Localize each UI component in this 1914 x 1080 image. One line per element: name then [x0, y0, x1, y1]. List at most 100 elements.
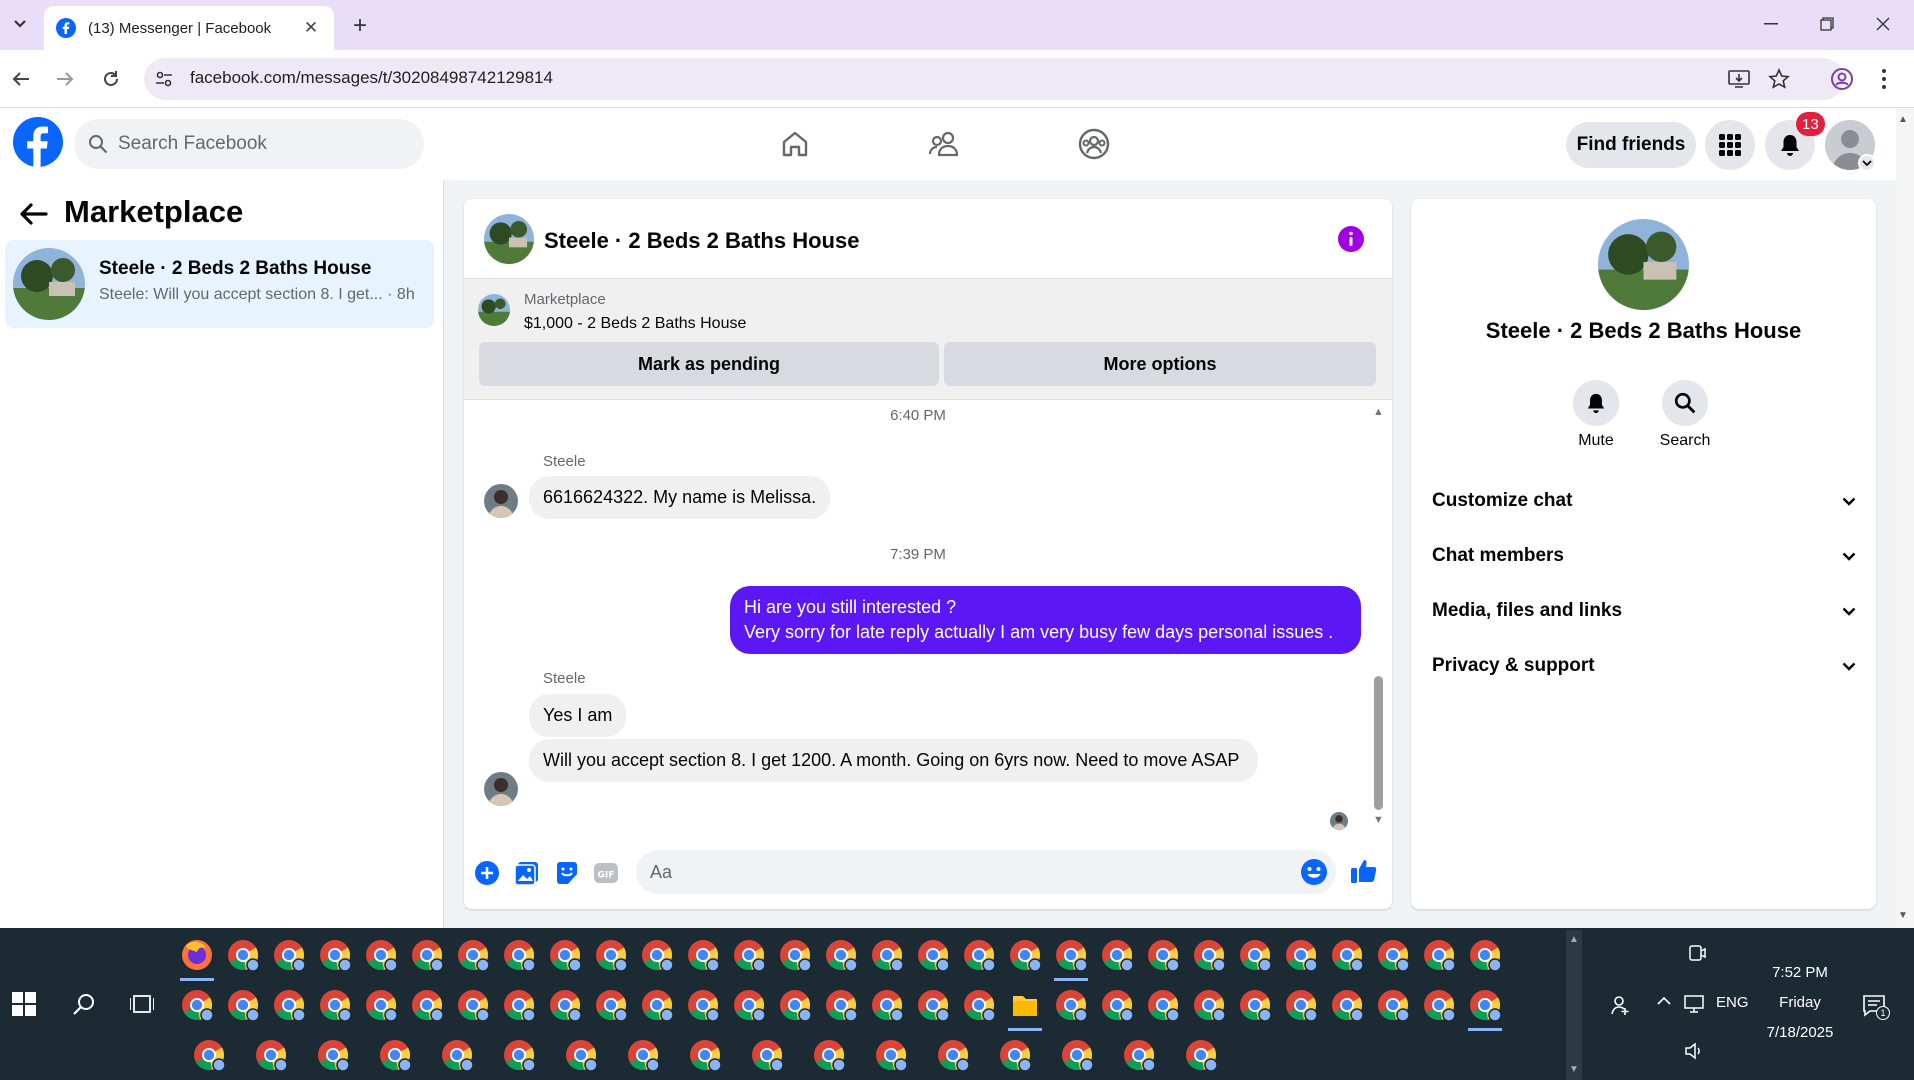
chrome-taskbar-icon[interactable]: [595, 989, 628, 1022]
chrome-taskbar-icon[interactable]: [917, 939, 950, 972]
chrome-taskbar-icon[interactable]: [1331, 939, 1364, 972]
mark-as-pending-button[interactable]: Mark as pending: [479, 342, 939, 386]
scroll-up-arrow[interactable]: ▲: [1898, 114, 1908, 125]
chrome-taskbar-icon[interactable]: [999, 1039, 1032, 1072]
chrome-taskbar-icon[interactable]: [1101, 989, 1134, 1022]
facebook-logo-icon[interactable]: [13, 117, 63, 167]
chrome-taskbar-icon[interactable]: [687, 939, 720, 972]
chrome-taskbar-icon[interactable]: [875, 1039, 908, 1072]
like-button[interactable]: [1349, 856, 1379, 886]
chrome-taskbar-icon[interactable]: [779, 939, 812, 972]
chrome-taskbar-icon[interactable]: [963, 939, 996, 972]
chrome-taskbar-icon[interactable]: [181, 989, 214, 1022]
more-actions-button[interactable]: [474, 860, 500, 886]
chrome-taskbar-icon[interactable]: [733, 989, 766, 1022]
taskbar-scroll-up[interactable]: ▲: [1569, 934, 1579, 945]
chrome-taskbar-icon[interactable]: [687, 989, 720, 1022]
chrome-taskbar-icon[interactable]: [1055, 939, 1088, 972]
people-icon[interactable]: [1610, 994, 1632, 1016]
chat-title[interactable]: Steele · 2 Beds 2 Baths House: [544, 228, 859, 254]
home-nav-button[interactable]: [773, 122, 817, 166]
chrome-taskbar-icon[interactable]: [365, 939, 398, 972]
site-info-icon[interactable]: [154, 69, 174, 89]
sticker-button[interactable]: [554, 860, 580, 886]
chrome-taskbar-icon[interactable]: [1101, 939, 1134, 972]
taskbar-scroll-down[interactable]: ▼: [1569, 1064, 1579, 1075]
chrome-taskbar-icon[interactable]: [227, 939, 260, 972]
sender-avatar[interactable]: [484, 772, 518, 806]
chrome-taskbar-icon[interactable]: [1239, 939, 1272, 972]
tab-search-button[interactable]: [6, 10, 34, 38]
media-files-links-section[interactable]: Media, files and links: [1432, 589, 1856, 633]
bookmark-star-icon[interactable]: [1768, 68, 1790, 90]
tab-close-icon[interactable]: ✕: [300, 17, 322, 39]
clock-day[interactable]: Friday: [1740, 994, 1860, 1011]
chrome-taskbar-icon[interactable]: [441, 1039, 474, 1072]
sender-avatar[interactable]: [484, 484, 518, 518]
chrome-taskbar-icon[interactable]: [379, 1039, 412, 1072]
chrome-taskbar-icon[interactable]: [411, 939, 444, 972]
emoji-button[interactable]: [1300, 858, 1328, 886]
chrome-taskbar-icon[interactable]: [871, 989, 904, 1022]
chrome-taskbar-icon[interactable]: [751, 1039, 784, 1072]
chrome-taskbar-icon[interactable]: [595, 939, 628, 972]
close-window-button[interactable]: [1860, 8, 1906, 40]
chrome-taskbar-icon[interactable]: [317, 1039, 350, 1072]
account-chevron[interactable]: [1858, 154, 1876, 172]
chrome-taskbar-icon[interactable]: [813, 1039, 846, 1072]
chat-members-section[interactable]: Chat members: [1432, 534, 1856, 578]
chrome-taskbar-icon[interactable]: [1009, 939, 1042, 972]
chat-scroll-down[interactable]: ▼: [1373, 814, 1384, 826]
chrome-taskbar-icon[interactable]: [411, 989, 444, 1022]
chrome-taskbar-icon[interactable]: [1055, 989, 1088, 1022]
search-input[interactable]: Search Facebook: [74, 119, 424, 169]
chrome-taskbar-icon[interactable]: [627, 1039, 660, 1072]
outgoing-message[interactable]: Hi are you still interested ? Very sorry…: [730, 586, 1361, 654]
chrome-taskbar-icon[interactable]: [1193, 989, 1226, 1022]
incoming-message[interactable]: Yes I am: [529, 694, 627, 737]
network-icon[interactable]: [1684, 994, 1706, 1014]
info-icon[interactable]: [1338, 226, 1364, 252]
menu-button[interactable]: [1705, 120, 1755, 170]
gif-button[interactable]: GIF: [593, 860, 619, 886]
chrome-taskbar-icon[interactable]: [1185, 1039, 1218, 1072]
clock-time[interactable]: 7:52 PM: [1740, 964, 1860, 981]
chrome-taskbar-icon[interactable]: [825, 939, 858, 972]
chrome-taskbar-icon[interactable]: [193, 1039, 226, 1072]
taskbar-app-icons[interactable]: [180, 934, 1570, 1076]
back-arrow-icon[interactable]: [18, 200, 50, 228]
chat-info-avatar[interactable]: [1598, 219, 1689, 310]
find-friends-button[interactable]: Find friends: [1566, 122, 1696, 168]
minimize-button[interactable]: [1748, 8, 1794, 40]
chrome-taskbar-icon[interactable]: [1469, 989, 1502, 1022]
start-button[interactable]: [12, 992, 36, 1016]
friends-nav-button[interactable]: [923, 122, 967, 166]
chrome-taskbar-icon[interactable]: [319, 939, 352, 972]
chrome-taskbar-icon[interactable]: [1193, 939, 1226, 972]
chrome-taskbar-icon[interactable]: [1377, 989, 1410, 1022]
firefox-taskbar-icon[interactable]: [182, 940, 212, 970]
chrome-taskbar-icon[interactable]: [565, 1039, 598, 1072]
chrome-taskbar-icon[interactable]: [503, 989, 536, 1022]
browser-tab[interactable]: (13) Messenger | Facebook ✕: [44, 6, 334, 50]
chrome-taskbar-icon[interactable]: [273, 939, 306, 972]
incoming-message[interactable]: 6616624322. My name is Melissa.: [529, 476, 831, 519]
chrome-taskbar-icon[interactable]: [549, 939, 582, 972]
clock-date[interactable]: 7/18/2025: [1740, 1024, 1860, 1041]
chrome-taskbar-icon[interactable]: [1331, 989, 1364, 1022]
customize-chat-section[interactable]: Customize chat: [1432, 479, 1856, 523]
chrome-taskbar-icon[interactable]: [1423, 989, 1456, 1022]
chrome-taskbar-icon[interactable]: [963, 989, 996, 1022]
groups-nav-button[interactable]: [1072, 122, 1116, 166]
chrome-taskbar-icon[interactable]: [641, 939, 674, 972]
chrome-taskbar-icon[interactable]: [825, 989, 858, 1022]
chrome-taskbar-icon[interactable]: [1423, 939, 1456, 972]
scroll-down-arrow[interactable]: ▼: [1898, 910, 1908, 921]
privacy-support-section[interactable]: Privacy & support: [1432, 644, 1856, 688]
chrome-taskbar-icon[interactable]: [549, 989, 582, 1022]
back-button[interactable]: [4, 62, 38, 96]
taskbar-search-button[interactable]: [72, 992, 96, 1016]
chrome-taskbar-icon[interactable]: [733, 939, 766, 972]
chrome-taskbar-icon[interactable]: [1469, 939, 1502, 972]
chrome-taskbar-icon[interactable]: [255, 1039, 288, 1072]
